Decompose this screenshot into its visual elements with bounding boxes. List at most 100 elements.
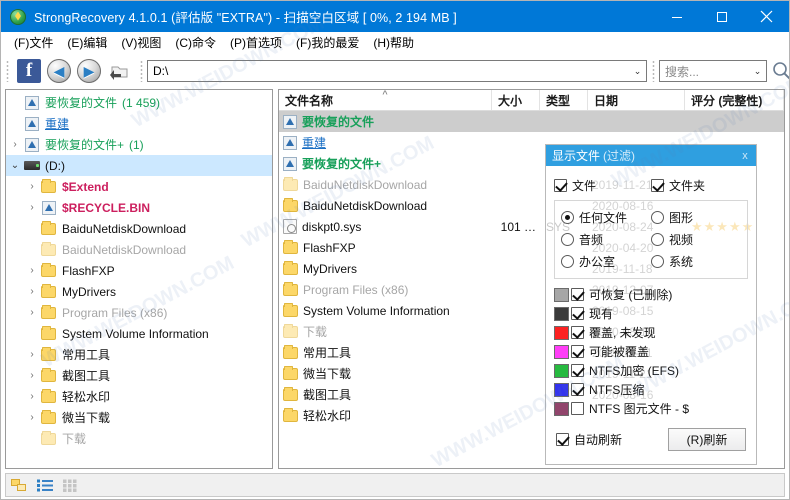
radio-graphics[interactable]: 图形 [651, 209, 741, 226]
checkbox-files[interactable]: 文件 [554, 177, 651, 194]
column-header-type[interactable]: 类型 [540, 90, 588, 110]
radio-any-file-dot[interactable] [561, 210, 574, 224]
tree-expand-chevron-icon[interactable]: › [25, 349, 39, 360]
list-view-icon[interactable] [37, 478, 54, 493]
radio-video[interactable]: 视频 [651, 231, 741, 248]
toolbar-grip-middle[interactable] [140, 60, 143, 82]
tree-item[interactable]: › 轻松水印 [6, 386, 272, 407]
tree-expand-chevron-icon[interactable]: › [25, 412, 39, 423]
tree-item[interactable]: BaiduNetdiskDownload [6, 218, 272, 239]
legend-checkbox[interactable] [571, 326, 584, 339]
forward-icon[interactable]: ▶ [77, 59, 101, 83]
checkbox-files-box[interactable] [554, 178, 567, 192]
tree-item[interactable]: › $RECYCLE.BIN [6, 197, 272, 218]
tree-item-label: MyDrivers [62, 284, 116, 299]
tree-item[interactable]: BaiduNetdiskDownload [6, 239, 272, 260]
toolbar-grip-left[interactable] [6, 60, 9, 82]
menu-view[interactable]: (V)视图 [114, 32, 168, 53]
up-folder-icon[interactable] [107, 59, 131, 83]
legend-row[interactable]: 可恢复 (已删除) [554, 285, 748, 304]
address-chevron-down-icon[interactable]: ⌄ [629, 61, 646, 81]
radio-video-dot[interactable] [651, 232, 664, 246]
tree-item[interactable]: › Program Files (x86) [6, 302, 272, 323]
tree-item[interactable]: › 要恢复的文件+ (1) [6, 134, 272, 155]
menu-command[interactable]: (C)命令 [168, 32, 223, 53]
checkbox-auto-refresh[interactable]: 自动刷新 [556, 431, 622, 448]
legend-row[interactable]: NTFS 图元文件 - $ [554, 399, 748, 418]
column-header-name[interactable]: 文件名称 ^ [279, 90, 492, 110]
legend-row[interactable]: 现有 [554, 304, 748, 323]
tree-expand-chevron-icon[interactable]: › [25, 286, 39, 297]
radio-audio[interactable]: 音频 [561, 231, 651, 248]
tree-item[interactable]: › 常用工具 [6, 344, 272, 365]
back-icon[interactable]: ◀ [47, 59, 71, 83]
refresh-button[interactable]: (R)刷新 [668, 428, 746, 451]
menu-bar: (F)文件 (E)编辑 (V)视图 (C)命令 (P)首选项 (F)我的最爱 (… [1, 32, 789, 53]
tree-item[interactable]: › MyDrivers [6, 281, 272, 302]
address-input[interactable]: D:\ [148, 64, 629, 78]
legend-checkbox[interactable] [571, 364, 584, 377]
tree-item-icon [39, 220, 58, 235]
column-header-size[interactable]: 大小 [492, 90, 540, 110]
radio-system-dot[interactable] [651, 254, 664, 268]
checkbox-folders[interactable]: 文件夹 [651, 177, 748, 194]
column-header-rating[interactable]: 评分 (完整性) [685, 90, 784, 110]
radio-any-file[interactable]: 任何文件 [561, 209, 651, 226]
tree-expand-chevron-icon[interactable]: › [25, 265, 39, 276]
legend-checkbox[interactable] [571, 307, 584, 320]
radio-graphics-dot[interactable] [651, 210, 664, 224]
menu-edit[interactable]: (E)编辑 [60, 32, 114, 53]
legend-row[interactable]: 可能被覆盖 [554, 342, 748, 361]
legend-checkbox[interactable] [571, 345, 584, 358]
legend-row[interactable]: 覆盖, 未发现 [554, 323, 748, 342]
search-combo[interactable]: 搜索... ⌄ [659, 60, 767, 82]
tree-item[interactable]: 要恢复的文件 (1 459) [6, 92, 272, 113]
tree-item[interactable]: › 截图工具 [6, 365, 272, 386]
copy-files-icon[interactable] [11, 478, 28, 493]
maximize-button[interactable] [699, 1, 744, 32]
legend-checkbox[interactable] [571, 402, 584, 415]
tree-item[interactable]: ⌄ (D:) [6, 155, 272, 176]
close-button[interactable] [744, 1, 789, 32]
tree-expand-chevron-icon[interactable]: › [8, 139, 22, 150]
tree-expand-chevron-icon[interactable]: › [25, 307, 39, 318]
checkbox-folders-box[interactable] [651, 178, 664, 192]
search-icon[interactable] [767, 58, 789, 84]
tree-expand-chevron-icon[interactable]: › [25, 202, 39, 213]
file-name-label: FlashFXP [303, 240, 356, 255]
legend-checkbox[interactable] [571, 383, 584, 396]
legend-checkbox[interactable] [571, 288, 584, 301]
tree-expand-chevron-icon[interactable]: › [25, 181, 39, 192]
tree-expand-chevron-icon[interactable]: › [25, 370, 39, 381]
tree-item[interactable]: › $Extend [6, 176, 272, 197]
column-header-date[interactable]: 日期 [588, 90, 685, 110]
menu-preferences[interactable]: (P)首选项 [223, 32, 289, 53]
minimize-button[interactable] [654, 1, 699, 32]
radio-audio-dot[interactable] [561, 232, 574, 246]
tree-item[interactable]: 下载 [6, 428, 272, 449]
tree-expand-chevron-icon[interactable]: ⌄ [8, 160, 22, 171]
legend-row[interactable]: NTFS加密 (EFS) [554, 361, 748, 380]
file-list-row[interactable]: 要恢复的文件 [279, 111, 784, 132]
tree-item[interactable]: System Volume Information [6, 323, 272, 344]
radio-system[interactable]: 系统 [651, 253, 741, 270]
menu-file[interactable]: (F)文件 [7, 32, 60, 53]
tree-item-icon [39, 367, 58, 382]
legend-row[interactable]: NTFS压缩 [554, 380, 748, 399]
radio-office-dot[interactable] [561, 254, 574, 268]
menu-favorites[interactable]: (F)我的最爱 [289, 32, 366, 53]
tree-item[interactable]: › FlashFXP [6, 260, 272, 281]
facebook-icon[interactable]: f [17, 59, 41, 83]
search-input[interactable]: 搜索... [660, 63, 749, 80]
tree-item[interactable]: › 微当下载 [6, 407, 272, 428]
tree-expand-chevron-icon[interactable]: › [25, 391, 39, 402]
tree-item[interactable]: 重建 [6, 113, 272, 134]
address-combo[interactable]: D:\ ⌄ [147, 60, 647, 82]
dialog-close-icon[interactable]: x [734, 145, 756, 166]
checkbox-auto-refresh-box[interactable] [556, 433, 569, 446]
toolbar-grip-right[interactable] [652, 60, 655, 82]
grid-view-icon[interactable] [63, 478, 80, 493]
radio-office[interactable]: 办公室 [561, 253, 651, 270]
menu-help[interactable]: (H)帮助 [366, 32, 421, 53]
search-chevron-down-icon[interactable]: ⌄ [749, 61, 766, 81]
